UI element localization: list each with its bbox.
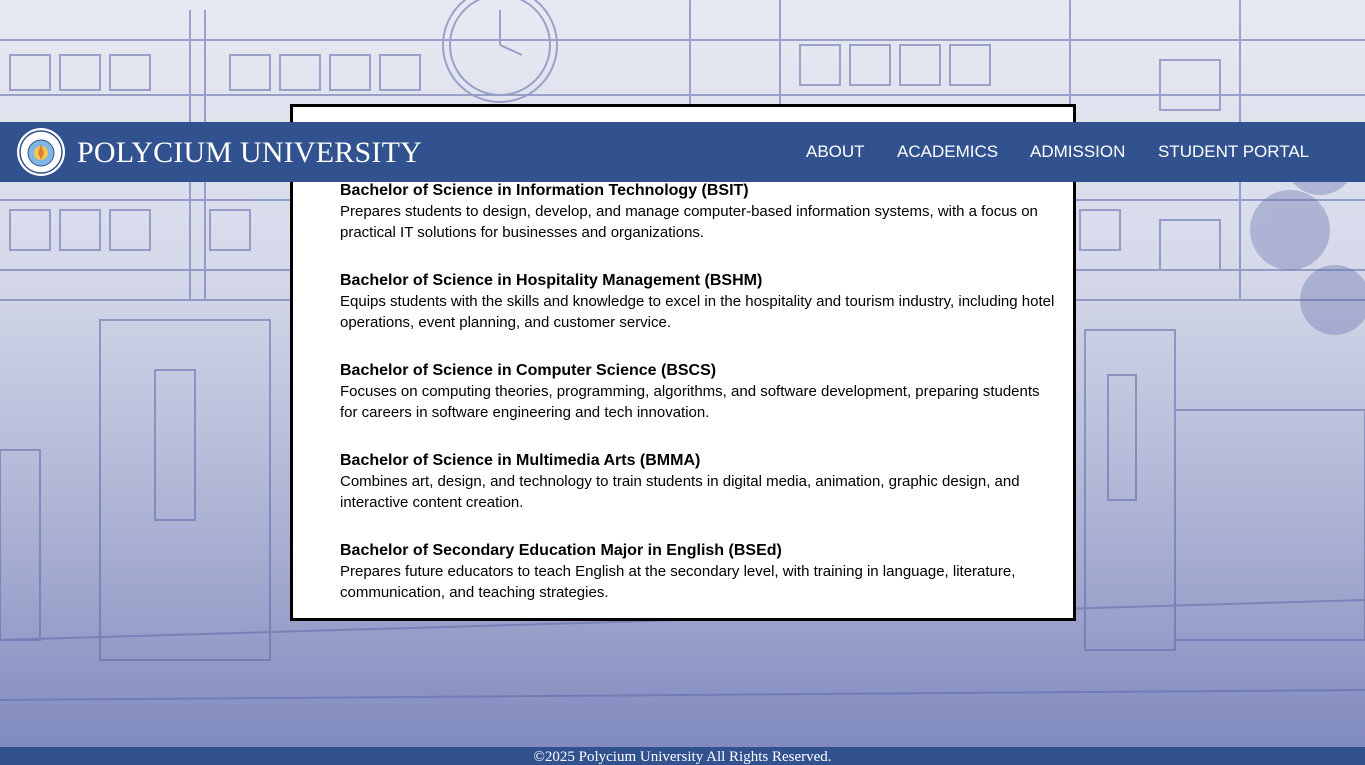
nav-admission[interactable]: ADMISSION [1030,122,1125,182]
program-item: Bachelor of Science in Information Techn… [340,181,1060,243]
program-title: Bachelor of Science in Information Techn… [340,182,749,199]
program-title: Bachelor of Science in Hospitality Manag… [340,272,763,289]
program-description: Prepares students to design, develop, an… [340,203,1038,241]
university-name[interactable]: POLYCIUM UNIVERSITY [77,135,422,171]
nav-academics[interactable]: ACADEMICS [897,122,998,182]
program-item: Bachelor of Secondary Education Major in… [340,541,1060,603]
program-description: Prepares future educators to teach Engli… [340,563,1016,601]
copyright-text: ©2025 Polycium University All Rights Res… [533,749,832,765]
program-description: Combines art, design, and technology to … [340,473,1020,511]
program-title: Bachelor of Science in Multimedia Arts (… [340,452,701,469]
program-item: Bachelor of Science in Multimedia Arts (… [340,451,1060,513]
program-title: Bachelor of Secondary Education Major in… [340,542,782,559]
program-title: Bachelor of Science in Computer Science … [340,362,717,379]
program-item: Bachelor of Science in Hospitality Manag… [340,271,1060,333]
program-description: Equips students with the skills and know… [340,293,1055,331]
university-seal-icon[interactable] [16,127,66,177]
site-footer: ©2025 Polycium University All Rights Res… [0,747,1365,765]
site-header: POLYCIUM UNIVERSITY ABOUT ACADEMICS ADMI… [0,122,1365,182]
program-description: Focuses on computing theories, programmi… [340,383,1040,421]
nav-student-portal[interactable]: STUDENT PORTAL [1158,122,1309,182]
program-item: Bachelor of Science in Computer Science … [340,361,1060,423]
nav-about[interactable]: ABOUT [806,122,865,182]
